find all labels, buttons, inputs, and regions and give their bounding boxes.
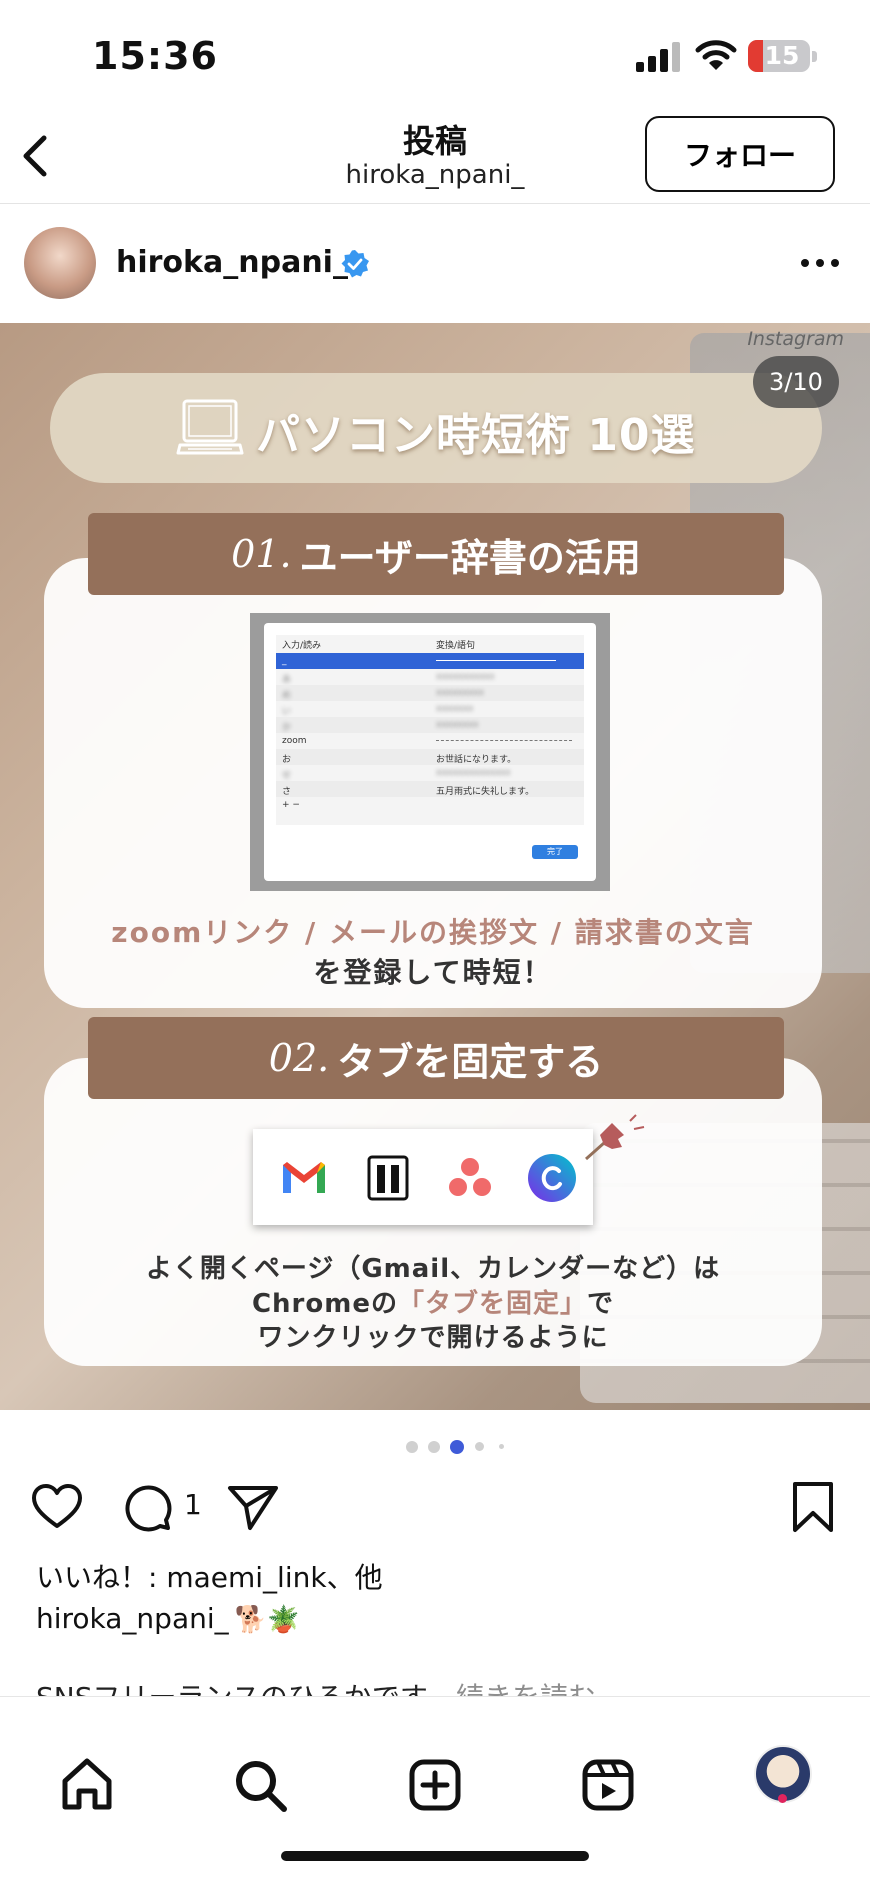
- battery-percent: 15: [764, 41, 800, 70]
- carousel-dot: [406, 1441, 418, 1453]
- follow-button[interactable]: フォロー: [645, 116, 835, 192]
- slide-title: パソコン時短術 10選: [256, 410, 696, 461]
- search-icon[interactable]: [232, 1757, 288, 1813]
- cellular-signal-icon: [636, 42, 680, 72]
- carousel-dot: [499, 1444, 504, 1449]
- tip1-description: を登録して時短！: [313, 956, 553, 989]
- likes-text[interactable]: いいね！: maemi_link、他: [36, 1556, 383, 1596]
- carousel-dot: [428, 1441, 440, 1453]
- tip1-highlight-text: zoomリンク / メールの挨拶文 / 請求書の文言: [111, 916, 755, 949]
- dict-header-convert: 変換/語句: [436, 641, 476, 651]
- slide-counter-badge: 3/10: [753, 356, 839, 408]
- wifi-icon: [695, 40, 737, 70]
- pushpin-icon: [585, 1114, 645, 1161]
- slide-title-banner: パソコン時短術 10選: [50, 373, 822, 483]
- home-icon[interactable]: [59, 1757, 115, 1813]
- carousel-dot-active: [450, 1440, 464, 1454]
- create-post-icon[interactable]: [407, 1757, 463, 1813]
- dict-header-input: 入力/読み: [282, 641, 322, 651]
- section-title: タブを固定する: [337, 1039, 604, 1084]
- dict-row-sa: さ 五月雨式に失礼します。: [276, 781, 584, 797]
- reels-icon[interactable]: [580, 1757, 636, 1813]
- post-image-carousel[interactable]: Instagram パソコン時短術 10選 3/10 01. ユーザー辞書の活用…: [0, 323, 870, 1410]
- asana-icon: [449, 1158, 491, 1196]
- post-header: hiroka_npani_: [0, 205, 870, 323]
- dict-row-selected: _: [276, 653, 584, 669]
- caption-username[interactable]: hiroka_npani_: [36, 1602, 229, 1635]
- dict-row-o: お お世話になります。: [276, 749, 584, 765]
- tip2-description-line3: ワンクリックで開けるように: [257, 1323, 609, 1353]
- dict-done-button: 完了: [532, 845, 578, 859]
- read-more-link[interactable]: …続きを読む: [428, 1681, 596, 1696]
- carousel-indicator: [0, 1438, 870, 1454]
- bookmark-icon[interactable]: [786, 1480, 840, 1534]
- instagram-watermark: Instagram: [747, 328, 844, 350]
- dict-row-zoom: zoom: [276, 733, 584, 749]
- post-username[interactable]: hiroka_npani_: [116, 245, 348, 280]
- home-indicator: [281, 1851, 589, 1861]
- section-number: 01.: [231, 532, 292, 576]
- carousel-dot: [475, 1442, 484, 1451]
- battery-icon: 15: [748, 40, 810, 72]
- section-header-2: 02. タブを固定する: [88, 1017, 784, 1099]
- gmail-icon: [283, 1162, 325, 1193]
- status-bar: 15:36 15: [0, 0, 870, 110]
- section-header-1: 01. ユーザー辞書の活用: [88, 513, 784, 595]
- tip2-description-line2: Chromeの「タブを固定」で: [251, 1289, 615, 1319]
- caption-text: SNSフリーランスのひろかです…続きを読む: [36, 1676, 596, 1696]
- comment-count: 1: [184, 1488, 202, 1521]
- comment-icon[interactable]: [120, 1480, 174, 1534]
- section-number: 02.: [268, 1036, 330, 1080]
- canva-icon: [528, 1154, 576, 1202]
- caption: hiroka_npani_ 🐕🪴: [36, 1602, 299, 1635]
- caption-emoji: 🐕🪴: [234, 1605, 300, 1635]
- section-title: ユーザー辞書の活用: [299, 535, 641, 580]
- top-nav: 投稿 hiroka_npani_ フォロー: [0, 110, 870, 204]
- tip2-description-line1: よく開くページ（Gmail、カレンダーなど）は: [145, 1254, 721, 1284]
- laptop-icon: [176, 399, 244, 455]
- status-time: 15:36: [92, 34, 218, 78]
- user-dictionary-screenshot: 入力/読み 変換/語句 _ あ xxxxxxxxxxx め xxxxxxxxx いx…: [250, 613, 610, 891]
- tip2-highlight: 「タブを固定」: [397, 1289, 587, 1319]
- avatar[interactable]: [24, 227, 96, 299]
- more-options-icon[interactable]: [798, 253, 842, 273]
- notion-icon: [367, 1155, 409, 1201]
- post-actions: 1: [0, 1470, 870, 1540]
- verified-badge-icon: [341, 250, 369, 278]
- share-send-icon[interactable]: [226, 1480, 280, 1534]
- pinned-tabs-image: [253, 1129, 593, 1225]
- like-heart-icon[interactable]: [30, 1480, 84, 1534]
- notification-dot: [778, 1794, 787, 1803]
